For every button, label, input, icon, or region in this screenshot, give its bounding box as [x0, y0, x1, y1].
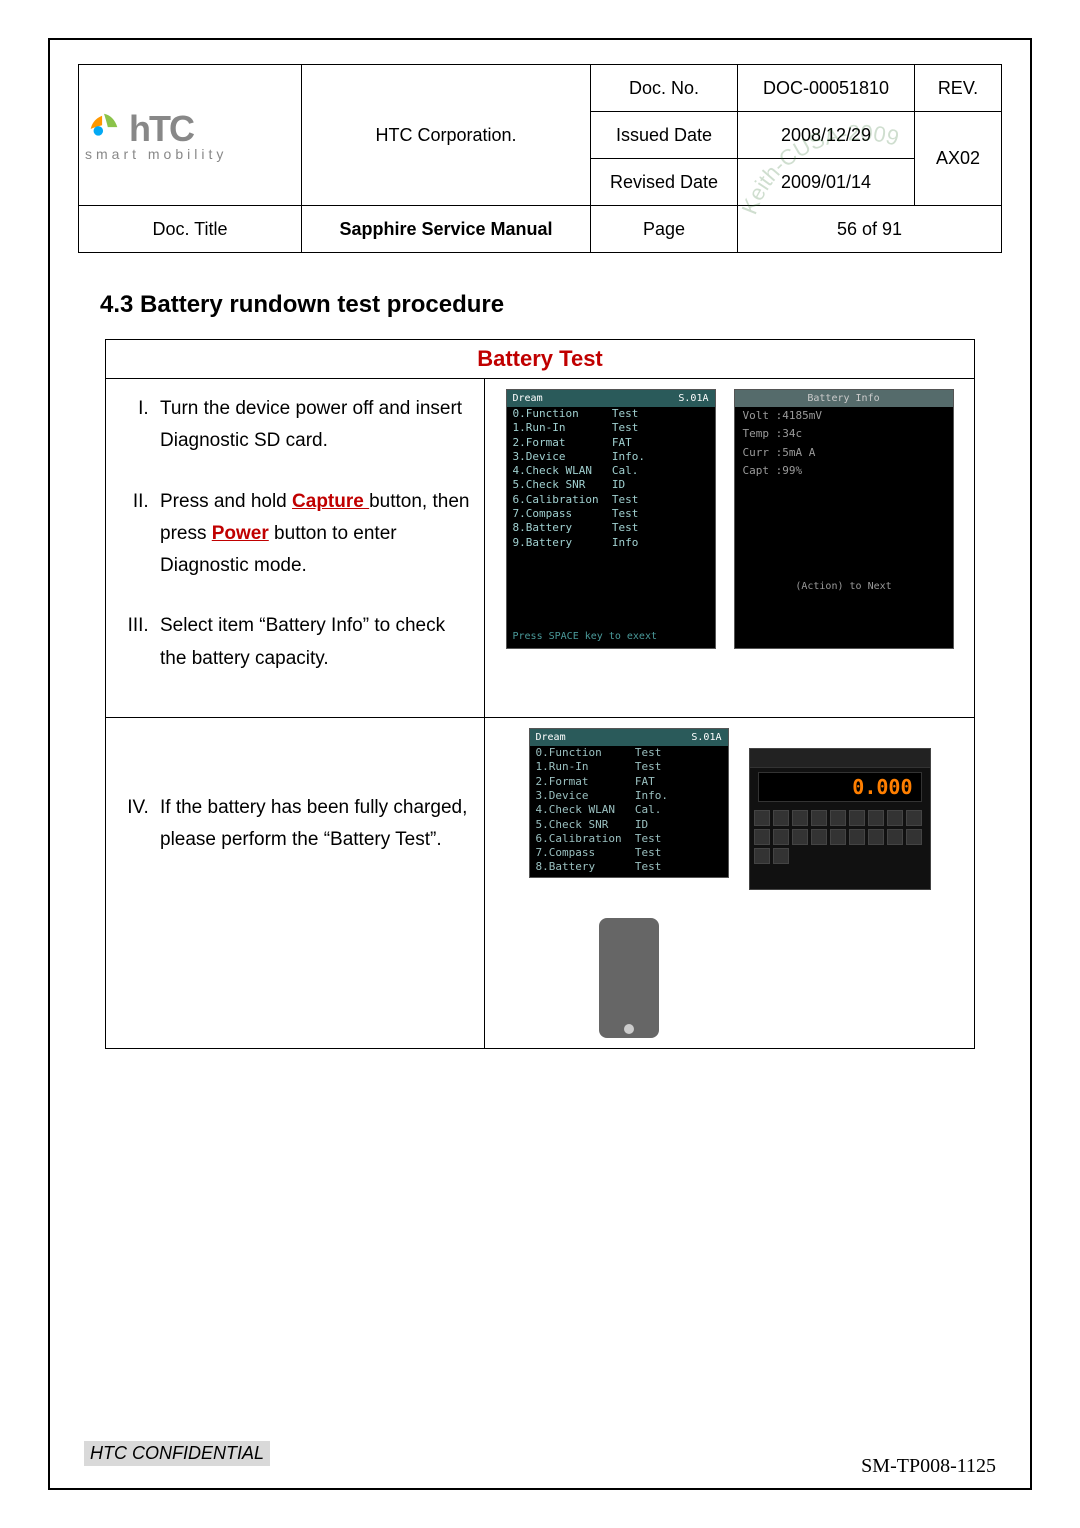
revised-label: Revised Date — [591, 159, 738, 206]
image-cell-top: DreamS.01A 0.Function Test 1.Run-In Test… — [485, 379, 975, 718]
footer-code: SM-TP008-1125 — [861, 1455, 996, 1478]
capture-keyword: Capture — [292, 491, 369, 512]
logo-subtext: smart mobility — [85, 146, 227, 162]
diagnostic-menu-screenshot: DreamS.01A 0.Function Test 1.Run-In Test… — [506, 389, 716, 649]
company-name: HTC Corporation. — [302, 65, 591, 206]
issued-date: 2008/12/29 — [738, 112, 915, 159]
power-keyword: Power — [212, 523, 269, 544]
htc-logo-icon — [85, 110, 123, 148]
doc-title-label: Doc. Title — [79, 206, 302, 253]
diagnostic-menu-screenshot-2: DreamS.01A 0.Function Test 1.Run-In Test… — [529, 728, 729, 878]
doc-no-label: Doc. No. — [591, 65, 738, 112]
stopwatch-photo: 0.000 — [749, 748, 931, 890]
image-cell-bottom: DreamS.01A 0.Function Test 1.Run-In Test… — [485, 718, 975, 1049]
step-2: Press and hold Capture button, then pres… — [154, 486, 472, 583]
battery-table-header: Battery Test — [106, 340, 975, 379]
logo-cell: hTC smart mobility — [79, 65, 302, 206]
doc-no: DOC-00051810 — [738, 65, 915, 112]
steps-cell-bottom: If the battery has been fully charged, p… — [106, 718, 485, 1049]
steps-cell-top: Turn the device power off and insert Dia… — [106, 379, 485, 718]
stopwatch-display: 0.000 — [758, 772, 922, 802]
footer-confidential: HTC CONFIDENTIAL — [84, 1441, 270, 1466]
issued-label: Issued Date — [591, 112, 738, 159]
logo-text: hTC — [129, 108, 193, 150]
doc-title: Sapphire Service Manual — [302, 206, 591, 253]
section-heading: 4.3 Battery rundown test procedure — [100, 291, 1002, 319]
rev-label: REV. — [915, 65, 1002, 112]
step-1: Turn the device power off and insert Dia… — [154, 393, 472, 458]
phone-photo-icon — [599, 918, 659, 1038]
revised-date: 2009/01/14 — [738, 159, 915, 206]
step-4: If the battery has been fully charged, p… — [154, 792, 472, 857]
document-header-table: hTC smart mobility HTC Corporation. Doc.… — [78, 64, 1002, 253]
battery-info-screenshot: Battery Info Volt :4185mV Temp :34c Curr… — [734, 389, 954, 649]
page-number: 56 of 91 — [738, 206, 1002, 253]
battery-test-table: Battery Test Turn the device power off a… — [105, 339, 975, 1049]
rev-value: AX02 — [915, 112, 1002, 206]
step-3: Select item “Battery Info” to check the … — [154, 610, 472, 675]
page-label: Page — [591, 206, 738, 253]
